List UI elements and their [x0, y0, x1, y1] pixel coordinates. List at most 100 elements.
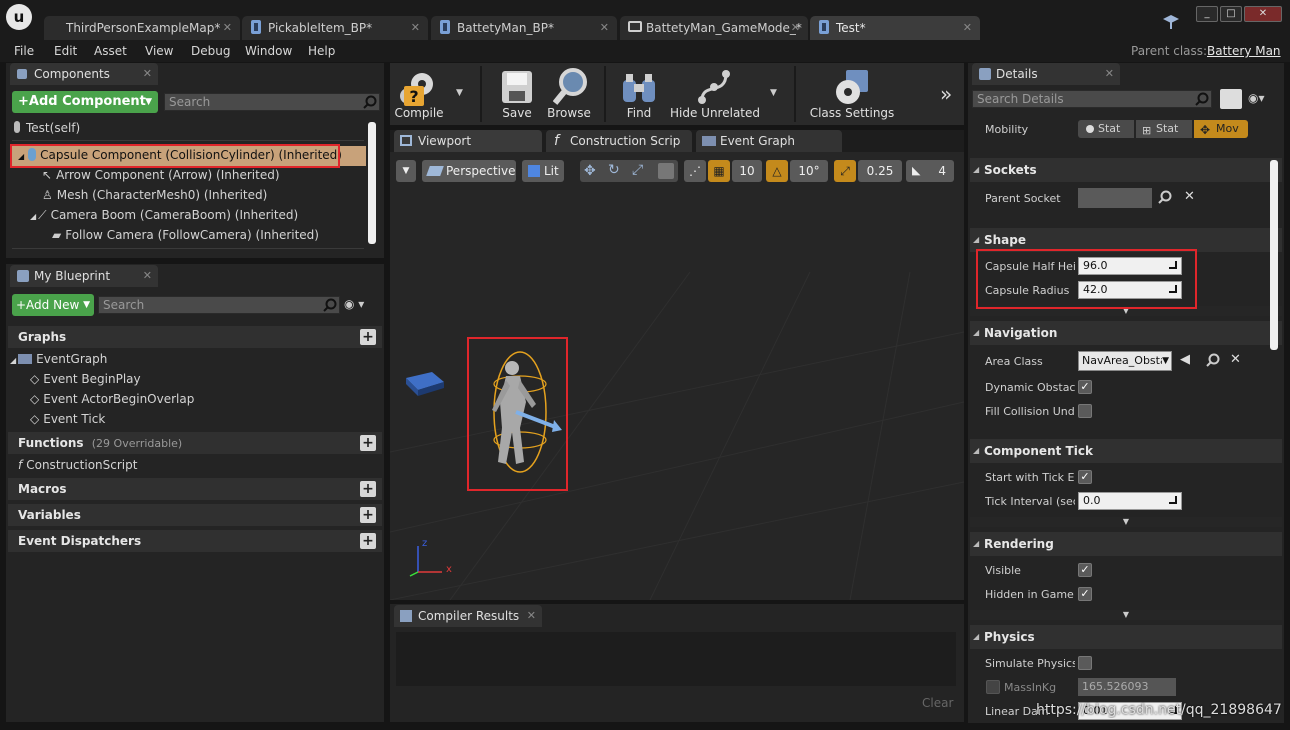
close-icon[interactable]: ✕ [600, 16, 609, 40]
add-function-button[interactable]: + [360, 435, 376, 451]
coordinate-space-icon[interactable] [658, 163, 674, 179]
close-icon[interactable]: ✕ [143, 265, 152, 287]
lit-button[interactable]: Lit [522, 160, 564, 182]
physics-header[interactable]: ◢ Physics [970, 625, 1282, 649]
menu-help[interactable]: Help [308, 44, 335, 58]
variables-section-header[interactable]: Variables + [8, 504, 382, 526]
unreal-logo-icon[interactable]: u [6, 4, 32, 30]
parent-socket-field[interactable] [1078, 188, 1152, 208]
details-tab[interactable]: Details ✕ [972, 63, 1120, 85]
tree-item-capsule-component[interactable]: ◢ Capsule Component (CollisionCylinder) (… [12, 146, 366, 166]
rendering-header[interactable]: ◢ Rendering [970, 532, 1282, 556]
graphs-section-header[interactable]: Graphs + [8, 326, 382, 348]
close-icon[interactable]: ✕ [963, 16, 972, 40]
menu-window[interactable]: Window [245, 44, 292, 58]
mobility-movable-button[interactable]: ✥ Mov [1194, 120, 1248, 138]
shape-advanced-expander[interactable]: ▼ [970, 306, 1282, 316]
camera-speed-button[interactable]: ◣ 4 [906, 160, 954, 182]
find-button[interactable]: Find [616, 64, 662, 122]
tab-thirdpersonexamplemap[interactable]: ThirdPersonExampleMap* ✕ [44, 16, 240, 40]
details-scrollbar[interactable] [1270, 160, 1278, 350]
toolbar-overflow-icon[interactable]: » [940, 82, 952, 106]
tree-item-event-beginplay[interactable]: ◇ Event BeginPlay [30, 371, 141, 387]
character-capsule-preview[interactable] [472, 344, 568, 483]
translate-tool-icon[interactable]: ✥ [584, 163, 596, 179]
tab-pickableitem-bp[interactable]: PickableItem_BP* ✕ [242, 16, 428, 40]
tab-viewport[interactable]: Viewport [394, 130, 542, 152]
fill-collision-checkbox[interactable] [1078, 404, 1092, 418]
start-with-tick-checkbox[interactable]: ✓ [1078, 470, 1092, 484]
navigation-header[interactable]: ◢ Navigation [970, 321, 1282, 345]
tab-test[interactable]: Test* ✕ [810, 16, 980, 40]
hidden-in-game-checkbox[interactable]: ✓ [1078, 587, 1092, 601]
rotate-tool-icon[interactable]: ↻ [608, 162, 620, 178]
capsule-half-height-field[interactable]: 96.0 [1078, 257, 1182, 275]
shape-header[interactable]: ◢ Shape [970, 228, 1282, 252]
close-icon[interactable]: ✕ [411, 16, 420, 40]
view-options-icon[interactable]: ◉ ▾ [344, 297, 376, 313]
scale-snap-button[interactable]: ⤢ [834, 160, 856, 182]
scale-snap-value[interactable]: 0.25 [858, 160, 902, 182]
viewport-canvas[interactable]: z x [390, 152, 964, 600]
visible-checkbox[interactable]: ✓ [1078, 563, 1092, 577]
menu-debug[interactable]: Debug [191, 44, 230, 58]
viewport-options-button[interactable]: ▼ [396, 160, 416, 182]
close-icon[interactable]: ✕ [527, 605, 536, 627]
tab-battetyman-bp[interactable]: BattetyMan_BP* ✕ [431, 16, 617, 40]
browse-socket-icon[interactable] [1158, 190, 1172, 207]
components-search-input[interactable]: Search [164, 93, 380, 111]
tree-item-camera-boom[interactable]: ◢ ⟋ Camera Boom (CameraBoom) (Inherited) [30, 207, 298, 225]
simulate-physics-checkbox[interactable] [1078, 656, 1092, 670]
property-matrix-icon[interactable] [1220, 89, 1242, 109]
tree-item-event-tick[interactable]: ◇ Event Tick [30, 411, 105, 427]
menu-file[interactable]: File [14, 44, 34, 58]
add-new-button[interactable]: +Add New ▼ [12, 294, 94, 316]
dispatchers-section-header[interactable]: Event Dispatchers + [8, 530, 382, 552]
add-variable-button[interactable]: + [360, 507, 376, 523]
details-search-input[interactable]: Search Details [972, 90, 1212, 108]
add-component-button[interactable]: +Add Component ▼ [12, 91, 158, 113]
add-graph-button[interactable]: + [360, 329, 376, 345]
surface-snap-button[interactable]: ⋰ [684, 160, 706, 182]
expand-arrow-icon[interactable]: ◢ [10, 356, 16, 365]
tab-event-graph[interactable]: Event Graph [696, 130, 842, 152]
rotation-snap-value[interactable]: 10° [790, 160, 828, 182]
menu-edit[interactable]: Edit [54, 44, 77, 58]
tree-item-self[interactable]: Test(self) [14, 120, 80, 136]
mobility-stationary-button[interactable]: ⊞ Stat [1136, 120, 1192, 138]
tab-construction-script[interactable]: f Construction Scrip [546, 130, 692, 152]
expand-arrow-icon[interactable]: ◢ [18, 152, 24, 161]
tree-item-eventgraph[interactable]: ◢ EventGraph [10, 351, 107, 369]
tick-interval-field[interactable]: 0.0 [1078, 492, 1182, 510]
my-blueprint-tab[interactable]: My Blueprint ✕ [10, 265, 158, 287]
tree-item-event-actorbeginoverlap[interactable]: ◇ Event ActorBeginOverlap [30, 391, 194, 407]
functions-section-header[interactable]: Functions (29 Overridable) + [8, 432, 382, 454]
mobility-static-button[interactable]: Stat [1078, 120, 1134, 138]
perspective-button[interactable]: Perspective [422, 160, 516, 182]
dynamic-obstacle-checkbox[interactable]: ✓ [1078, 380, 1092, 394]
menu-view[interactable]: View [145, 44, 173, 58]
my-blueprint-search-input[interactable]: Search [98, 296, 340, 314]
components-scrollbar[interactable] [368, 122, 376, 244]
tree-item-mesh[interactable]: ♙ Mesh (CharacterMesh0) (Inherited) [42, 187, 267, 203]
tree-item-follow-camera[interactable]: ▰ Follow Camera (FollowCamera) (Inherited… [52, 227, 319, 243]
camera-mesh-icon[interactable] [402, 368, 448, 401]
close-icon[interactable]: ✕ [143, 63, 152, 85]
expand-arrow-icon[interactable]: ◢ [30, 212, 36, 221]
grid-snap-button[interactable]: ▦ [708, 160, 730, 182]
sockets-header[interactable]: ◢ Sockets [970, 158, 1282, 182]
hide-unrelated-button[interactable]: Hide Unrelated [670, 64, 760, 122]
minimize-button[interactable]: _ [1196, 6, 1218, 22]
parent-class-link[interactable]: Battery Man [1207, 44, 1281, 58]
rendering-advanced-expander[interactable]: ▼ [970, 610, 1282, 620]
tick-advanced-expander[interactable]: ▼ [970, 517, 1282, 527]
menu-asset[interactable]: Asset [94, 44, 127, 58]
close-window-button[interactable]: ✕ [1244, 6, 1282, 22]
mass-override-checkbox[interactable] [986, 680, 1000, 694]
compile-button[interactable]: ? Compile [394, 64, 444, 122]
feedback-icon[interactable] [1162, 14, 1180, 30]
compile-options-chevron-icon[interactable]: ▼ [456, 88, 463, 98]
browse-button[interactable]: Browse [544, 64, 594, 122]
browse-area-class-icon[interactable] [1206, 353, 1220, 370]
use-selected-arrow-icon[interactable]: ◀ [1180, 352, 1190, 367]
